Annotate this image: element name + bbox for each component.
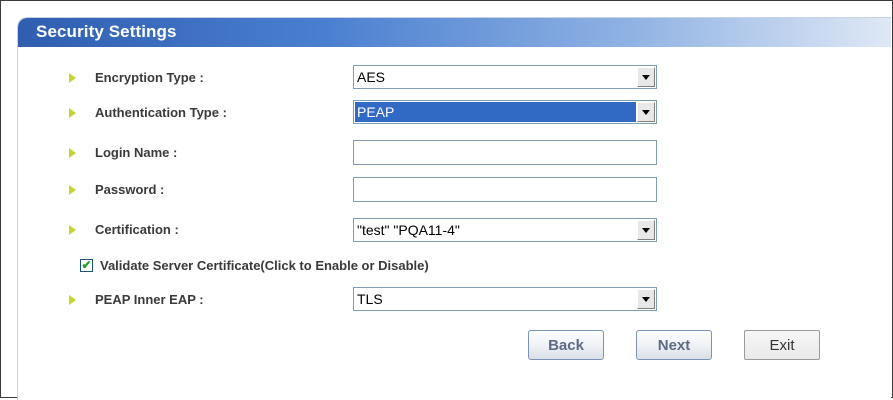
bullet-arrow-icon: [69, 185, 76, 195]
next-button[interactable]: Next: [636, 330, 712, 360]
login-name-input[interactable]: [353, 140, 657, 165]
login-name-label-row: Login Name :: [69, 145, 177, 160]
password-input[interactable]: [353, 177, 657, 202]
peap-inner-eap-select[interactable]: TLS: [353, 287, 657, 311]
encryption-type-label: Encryption Type :: [95, 70, 204, 85]
validate-certificate-checkbox[interactable]: ✔: [80, 259, 93, 272]
chevron-down-icon: [642, 109, 650, 115]
peap-inner-eap-dropdown-button[interactable]: [637, 289, 655, 309]
encryption-type-value: AES: [357, 69, 386, 85]
authentication-type-dropdown-button[interactable]: [637, 102, 655, 122]
bullet-arrow-icon: [69, 108, 76, 118]
validate-certificate-label[interactable]: Validate Server Certificate(Click to Ena…: [100, 258, 429, 273]
bullet-arrow-icon: [69, 148, 76, 158]
password-label: Password :: [95, 182, 165, 197]
authentication-type-label: Authentication Type :: [95, 105, 227, 120]
panel-header: Security Settings: [18, 18, 891, 47]
encryption-type-label-row: Encryption Type :: [69, 70, 204, 85]
bullet-arrow-icon: [69, 73, 76, 83]
authentication-type-select[interactable]: PEAP: [353, 100, 657, 124]
password-label-row: Password :: [69, 182, 164, 197]
bullet-arrow-icon: [69, 225, 76, 235]
certification-label-row: Certification :: [69, 222, 179, 237]
certification-value: "test" "PQA11-4": [357, 222, 460, 238]
encryption-type-dropdown-button[interactable]: [637, 67, 655, 87]
security-settings-panel: Security Settings Encryption Type : AES …: [17, 17, 891, 400]
encryption-type-select[interactable]: AES: [353, 65, 657, 89]
chevron-down-icon: [642, 296, 650, 302]
window-frame: Security Settings Encryption Type : AES …: [0, 0, 893, 400]
chevron-down-icon: [642, 74, 650, 80]
exit-button[interactable]: Exit: [744, 330, 820, 360]
authentication-type-value: PEAP: [355, 102, 636, 122]
bullet-arrow-icon: [69, 295, 76, 305]
peap-inner-eap-label: PEAP Inner EAP :: [95, 292, 204, 307]
validate-certificate-row[interactable]: ✔ Validate Server Certificate(Click to E…: [80, 258, 429, 273]
peap-inner-eap-value: TLS: [357, 291, 383, 307]
login-name-label: Login Name :: [95, 145, 178, 160]
certification-dropdown-button[interactable]: [637, 220, 655, 240]
peap-inner-eap-label-row: PEAP Inner EAP :: [69, 292, 204, 307]
chevron-down-icon: [642, 227, 650, 233]
back-button[interactable]: Back: [528, 330, 604, 360]
authentication-type-label-row: Authentication Type :: [69, 105, 227, 120]
panel-title: Security Settings: [36, 22, 177, 41]
certification-select[interactable]: "test" "PQA11-4": [353, 218, 657, 242]
certification-label: Certification :: [95, 222, 179, 237]
